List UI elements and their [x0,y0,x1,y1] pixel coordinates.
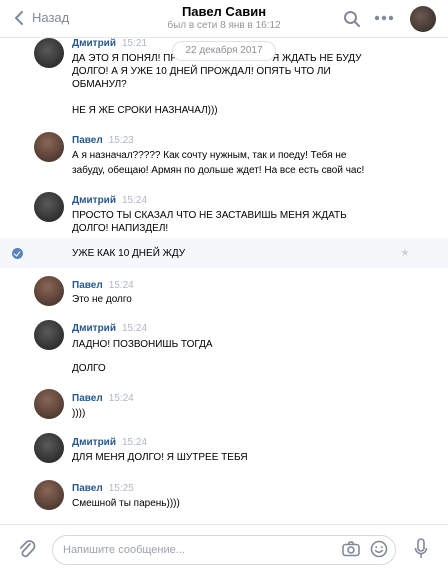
more-dots-icon[interactable] [374,15,394,21]
paperclip-icon[interactable] [18,539,36,561]
message-text: НЕ Я ЖЕ СРОКИ НАЗНАЧАЛ))) [72,105,218,116]
date-separator: 22 декабря 2017 [172,41,276,61]
author-name[interactable]: Дмитрий [72,38,116,49]
message-time: 15:24 [121,323,148,334]
avatar[interactable] [34,480,64,510]
author-name[interactable]: Дмитрий [72,323,116,334]
contact-avatar[interactable] [410,6,436,32]
avatar[interactable] [34,433,64,463]
last-seen-status: был в сети 8 янв в 16:12 [167,20,281,31]
message-text: ДОЛГО [72,363,106,374]
message-text: Это не долго [72,294,132,305]
message-time: 15:24 [108,280,134,291]
message-text: Я ЖДАТЬ НЕ БУДУ [272,53,362,64]
message: Павел 15:24 Это не долго [0,276,448,310]
avatar[interactable] [34,276,64,306]
message: Дмитрий 15:24 ПРОСТО ТЫ СКАЗАЛ ЧТО НЕ ЗАС… [0,192,448,262]
microphone-icon[interactable] [414,538,428,560]
author-name[interactable]: Дмитрий [72,437,116,448]
message: Дмитрий 15:24 ЛАДНО! ПОЗВОНИШЬ ТОГДА ДОЛГ… [0,320,448,378]
avatar[interactable] [34,192,64,222]
author-name[interactable]: Павел [72,483,103,494]
avatar[interactable] [34,320,64,350]
message-time: 15:24 [121,195,148,206]
message-text: Смешной ты парень)))) [72,498,180,509]
author-name[interactable]: Павел [72,393,103,404]
message: Павел 15:23 А я назначал????? Как сочту н… [0,132,448,178]
smile-icon[interactable] [370,540,388,558]
message-text: ДОЛГО! НАПИЗДЕЛ! [72,223,169,234]
star-icon[interactable]: ★ [400,246,410,259]
message-time: 15:21 [121,38,148,49]
avatar[interactable] [34,38,64,68]
author-name[interactable]: Павел [72,135,103,146]
message: Павел 15:25 Смешной ты парень)))) [0,480,448,514]
message-text: ПРОСТО ТЫ СКАЗАЛ ЧТО НЕ ЗАСТАВИШЬ МЕНЯ Ж… [72,210,347,221]
message-text: ДОЛГО! А Я УЖЕ 10 ДНЕЙ ПРОЖДАЛ! ОПЯТЬ ЧТ… [72,66,331,77]
search-icon[interactable] [343,10,361,28]
author-name[interactable]: Дмитрий [72,195,116,206]
author-name[interactable]: Павел [72,280,103,291]
message-composer [0,524,448,574]
message-time: 15:24 [108,393,134,404]
message-time: 15:23 [108,135,134,146]
avatar[interactable] [34,132,64,162]
message-text: ЛАДНО! ПОЗВОНИШЬ ТОГДА [72,339,213,350]
message-text: УЖЕ КАК 10 ДНЕЙ ЖДУ [72,248,186,259]
message: Дмитрий 15:24 ДЛЯ МЕНЯ ДОЛГО! Я ШУТРЕЕ ТЕ… [0,433,448,467]
check-icon [12,248,23,259]
message: Павел 15:24 )))) [0,389,448,423]
message-text: )))) [72,408,86,419]
message-text: ДА ЭТО Я ПОНЯЛ! ПР [72,53,178,64]
message-time: 15:24 [121,437,148,448]
message-text: А я назначал????? Как сочту нужным, так … [72,150,347,161]
message-text: ДЛЯ МЕНЯ ДОЛГО! Я ШУТРЕЕ ТЕБЯ [72,452,248,463]
camera-icon[interactable] [342,541,360,557]
message-time: 15:25 [108,483,134,494]
chat-header: Назад Павел Савин был в сети 8 янв в 16:… [0,0,448,38]
message-text: ОБМАНУЛ? [72,79,127,90]
message-text: забуду, обещаю! Армян по дольше ждет! На… [72,165,365,176]
avatar[interactable] [34,389,64,419]
